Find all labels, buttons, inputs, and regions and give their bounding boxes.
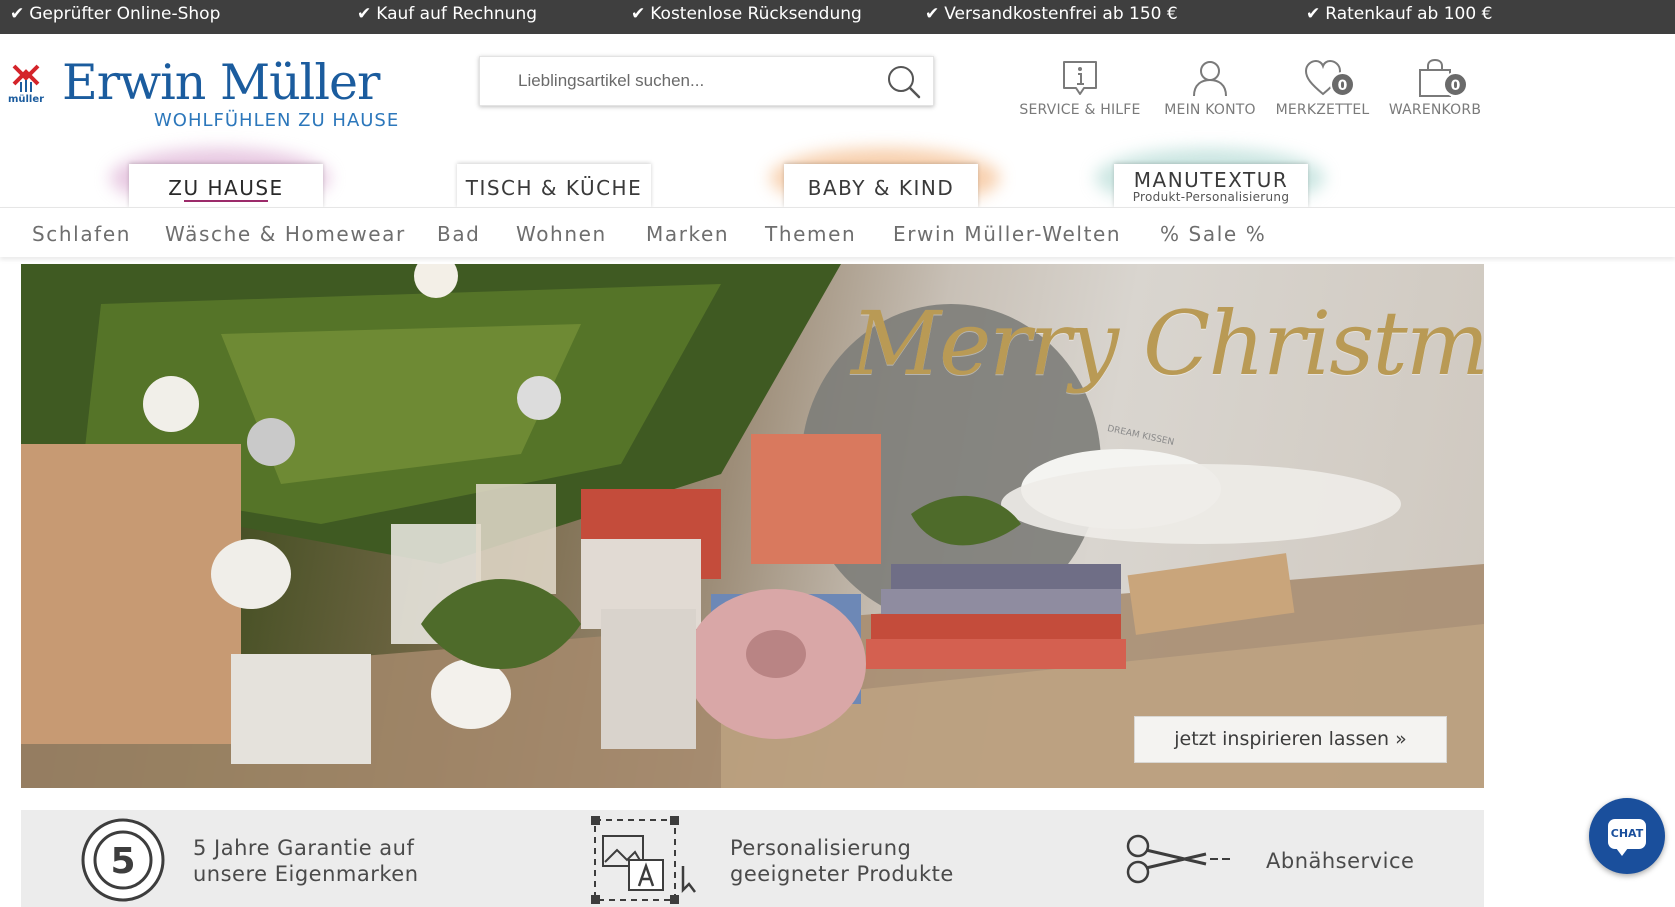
personalization-icon bbox=[591, 816, 696, 904]
tab-label: TISCH & KÜCHE bbox=[465, 176, 643, 200]
chat-label: CHAT bbox=[1610, 827, 1644, 840]
benefit-line: Personalisierung bbox=[730, 836, 912, 860]
tab-sublabel: Produkt-Personalisierung bbox=[1132, 190, 1290, 204]
cart-label: WARENKORB bbox=[1388, 102, 1482, 118]
subnav-wohnen[interactable]: Wohnen bbox=[516, 222, 607, 246]
subnav-themen[interactable]: Themen bbox=[765, 222, 856, 246]
subnav-marken[interactable]: Marken bbox=[646, 222, 729, 246]
benefit-hemming-service: Abnähservice bbox=[1266, 848, 1414, 874]
search-box bbox=[479, 56, 934, 106]
usp-item: ✔ Kostenlose Rücksendung bbox=[631, 2, 862, 26]
account-link[interactable]: MEIN KONTO bbox=[1150, 58, 1270, 118]
pillow-text: DREAM KISSEN bbox=[1106, 424, 1175, 448]
tab-baby-kind[interactable]: BABY & KIND bbox=[784, 164, 978, 208]
account-label: MEIN KONTO bbox=[1164, 102, 1256, 118]
tab-manutextur[interactable]: MANUTEXTUR Produkt-Personalisierung bbox=[1114, 164, 1308, 208]
benefit-line: geeigneter Produkte bbox=[730, 862, 954, 886]
brand-name: Erwin Müller bbox=[62, 54, 380, 111]
benefit-personalization: Personalisierung geeigneter Produkte bbox=[730, 835, 954, 887]
benefit-line: 5 Jahre Garantie auf bbox=[193, 836, 415, 860]
benefit-line: unsere Eigenmarken bbox=[193, 862, 419, 886]
usp-text: Ratenkauf ab 100 € bbox=[1325, 4, 1493, 24]
check-icon: ✔ bbox=[357, 4, 372, 24]
hero-banner[interactable]: Merry Christmas DREAM KISSEN jetzt inspi… bbox=[21, 264, 1484, 788]
benefits-bar: 5 5 Jahre Garantie auf unsere Eigenmarke… bbox=[21, 810, 1484, 907]
tab-label: BABY & KIND bbox=[807, 176, 955, 200]
wishlist-link[interactable]: 0 MERKZETTEL bbox=[1270, 58, 1375, 118]
chat-bubble-tail bbox=[1616, 848, 1628, 856]
usp-item: ✔ Versandkostenfrei ab 150 € bbox=[925, 2, 1178, 26]
cart-count-badge: 0 bbox=[1443, 72, 1468, 97]
chat-button[interactable]: CHAT bbox=[1589, 798, 1665, 874]
usp-item: ✔ Ratenkauf ab 100 € bbox=[1306, 2, 1492, 26]
usp-text: Kauf auf Rechnung bbox=[376, 4, 538, 24]
info-icon bbox=[1063, 61, 1097, 95]
check-icon: ✔ bbox=[1306, 4, 1321, 24]
usp-text: Kostenlose Rücksendung bbox=[650, 4, 862, 24]
subnav-bad[interactable]: Bad bbox=[437, 222, 480, 246]
chat-icon: CHAT bbox=[1608, 819, 1646, 849]
mueller-logo-mark: müller bbox=[8, 64, 44, 104]
usp-text: Versandkostenfrei ab 150 € bbox=[944, 4, 1178, 24]
scissors-icon bbox=[1126, 834, 1230, 884]
wishlist-count-badge: 0 bbox=[1330, 72, 1355, 97]
usp-bar: ✔ Geprüfter Online-Shop ✔ Kauf auf Rechnun… bbox=[0, 0, 1675, 34]
subnav-schlafen[interactable]: Schlafen bbox=[32, 222, 131, 246]
brand-tagline: WOHLFÜHLEN ZU HAUSE bbox=[154, 110, 400, 131]
user-icon bbox=[1193, 61, 1227, 97]
subnav-erwin-mueller-welten[interactable]: Erwin Müller-Welten bbox=[893, 222, 1121, 246]
hero-cta-button[interactable]: jetzt inspirieren lassen » bbox=[1134, 716, 1447, 763]
cart-link[interactable]: 0 WARENKORB bbox=[1380, 58, 1490, 118]
usp-item: ✔ Kauf auf Rechnung bbox=[357, 2, 537, 26]
service-help-label: SERVICE & HILFE bbox=[1019, 102, 1141, 118]
subnav-sale[interactable]: % Sale % bbox=[1160, 222, 1266, 246]
tab-label: MANUTEXTUR bbox=[1133, 168, 1289, 192]
search-icon[interactable] bbox=[885, 63, 923, 101]
service-help-link[interactable]: SERVICE & HILFE bbox=[1015, 58, 1145, 118]
guarantee-seal-icon: 5 bbox=[81, 818, 165, 902]
benefit-line: Abnähservice bbox=[1266, 849, 1415, 873]
subnav-waesche-homewear[interactable]: Wäsche & Homewear bbox=[165, 222, 406, 246]
usp-text: Geprüfter Online-Shop bbox=[29, 4, 221, 24]
wishlist-label: MERKZETTEL bbox=[1275, 102, 1370, 118]
tab-tisch-kueche[interactable]: TISCH & KÜCHE bbox=[457, 164, 651, 208]
logo-mark-text: müller bbox=[8, 94, 44, 104]
tab-label: ZU HAUSE bbox=[168, 176, 284, 200]
check-icon: ✔ bbox=[631, 4, 646, 24]
usp-item: ✔ Geprüfter Online-Shop bbox=[10, 2, 220, 26]
benefit-guarantee: 5 Jahre Garantie auf unsere Eigenmarken bbox=[193, 835, 419, 887]
tab-zu-hause[interactable]: ZU HAUSE bbox=[129, 164, 323, 208]
hero-title: Merry Christmas bbox=[851, 292, 1484, 395]
check-icon: ✔ bbox=[925, 4, 940, 24]
sub-navigation: Schlafen Wäsche & Homewear Bad Wohnen Ma… bbox=[0, 207, 1675, 257]
logo[interactable]: müller Erwin Müller WOHLFÜHLEN ZU HAUSE bbox=[4, 54, 414, 131]
pillow-label: DREAM KISSEN bbox=[1106, 424, 1175, 448]
search-input[interactable] bbox=[480, 57, 870, 105]
guarantee-seal-number: 5 bbox=[110, 841, 135, 882]
check-icon: ✔ bbox=[10, 4, 25, 24]
